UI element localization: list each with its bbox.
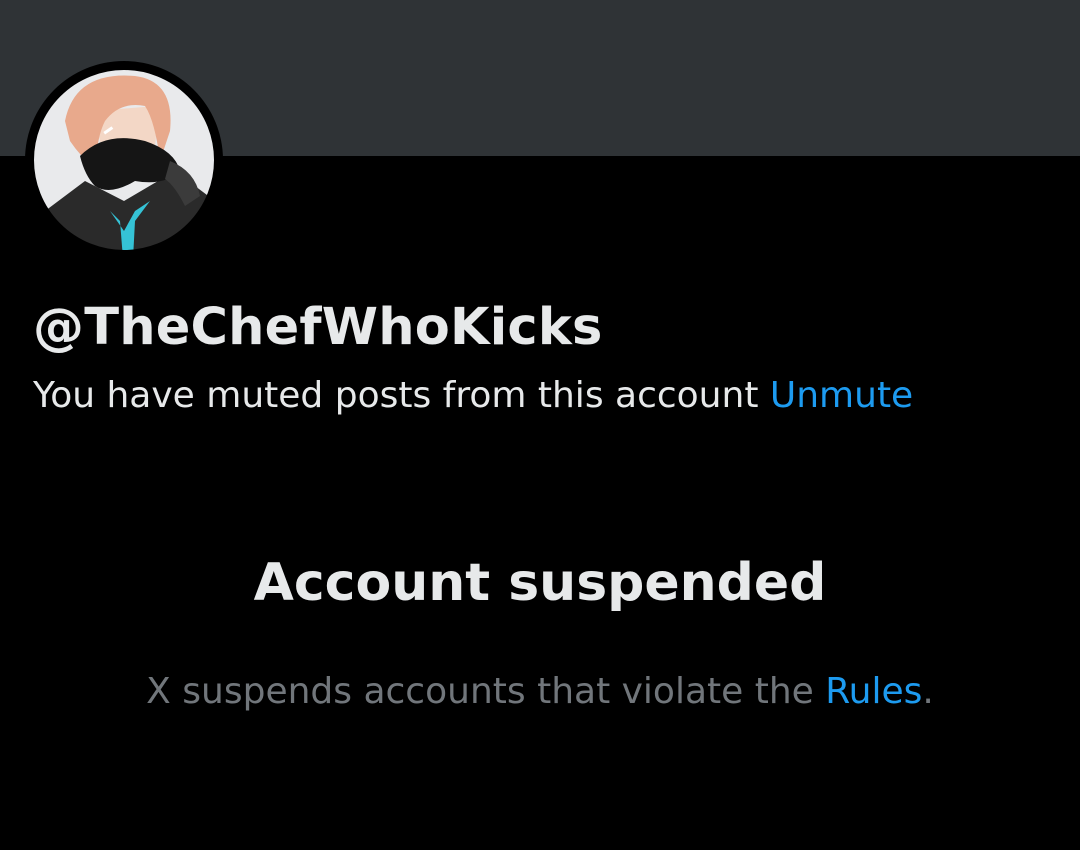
- suspension-description-text: X suspends accounts that violate the: [146, 671, 814, 712]
- suspension-description-period: .: [922, 671, 934, 712]
- profile-avatar[interactable]: [25, 61, 223, 259]
- rules-link[interactable]: Rules: [825, 671, 922, 712]
- suspension-title: Account suspended: [253, 553, 827, 613]
- avatar-image: [32, 68, 216, 252]
- profile-handle: @TheChefWhoKicks: [33, 298, 603, 357]
- suspension-description: X suspends accounts that violate the Rul…: [0, 667, 1080, 717]
- mute-notice-text: You have muted posts from this account: [33, 375, 759, 416]
- unmute-link[interactable]: Unmute: [770, 375, 913, 416]
- mute-notice: You have muted posts from this account U…: [33, 372, 913, 420]
